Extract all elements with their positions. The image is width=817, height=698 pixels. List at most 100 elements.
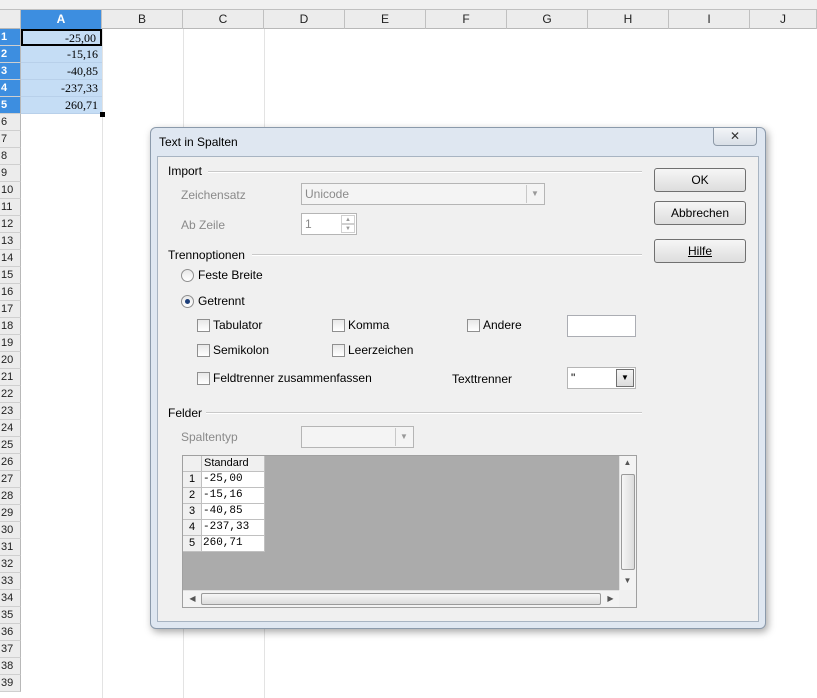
row-header[interactable]: 19 — [0, 335, 21, 352]
column-header-h[interactable]: H — [588, 10, 669, 29]
row-header[interactable]: 23 — [0, 403, 21, 420]
separator-options-divider — [252, 254, 642, 256]
row-header[interactable]: 39 — [0, 675, 21, 692]
row-header[interactable]: 29 — [0, 505, 21, 522]
from-row-spinner[interactable]: 1 ▲ ▼ — [301, 213, 357, 235]
column-header-a[interactable]: A — [21, 10, 102, 29]
separated-label[interactable]: Getrennt — [198, 294, 245, 308]
row-header[interactable]: 18 — [0, 318, 21, 335]
row-header[interactable]: 5 — [0, 97, 21, 114]
help-label: Hilfe — [687, 244, 712, 258]
row-header[interactable]: 31 — [0, 539, 21, 556]
row-header[interactable]: 32 — [0, 556, 21, 573]
row-header[interactable]: 36 — [0, 624, 21, 641]
row-header[interactable]: 10 — [0, 182, 21, 199]
row-header[interactable]: 2 — [0, 46, 21, 63]
row-header[interactable]: 4 — [0, 80, 21, 97]
fixed-width-radio[interactable] — [181, 269, 194, 282]
row-header[interactable]: 35 — [0, 607, 21, 624]
column-header-i[interactable]: I — [669, 10, 750, 29]
scroll-down-icon[interactable]: ▼ — [620, 576, 635, 585]
cell-a3[interactable]: -40,85 — [21, 63, 102, 80]
space-checkbox[interactable] — [332, 344, 345, 357]
other-separator-input[interactable] — [567, 315, 636, 337]
other-label[interactable]: Andere — [483, 318, 522, 332]
formula-bar — [0, 0, 817, 10]
horizontal-scroll-thumb[interactable] — [201, 593, 601, 605]
cell-a5[interactable]: 260,71 — [21, 97, 102, 114]
column-header-bar: A B C D E F G H I J — [0, 10, 817, 29]
row-header[interactable]: 9 — [0, 165, 21, 182]
charset-select[interactable]: Unicode ▼ — [301, 183, 545, 205]
preview-area[interactable]: Standard 1 -25,00 2 -15,16 3 -40,85 4 -2… — [183, 456, 619, 590]
text-delimiter-select[interactable]: " ▼ — [567, 367, 636, 389]
comma-checkbox[interactable] — [332, 319, 345, 332]
row-header[interactable]: 13 — [0, 233, 21, 250]
tab-checkbox[interactable] — [197, 319, 210, 332]
row-header[interactable]: 26 — [0, 454, 21, 471]
fill-handle[interactable] — [100, 112, 105, 117]
row-header[interactable]: 12 — [0, 216, 21, 233]
spin-down-icon[interactable]: ▼ — [341, 224, 355, 233]
spin-up-icon[interactable]: ▲ — [341, 215, 355, 224]
tab-label[interactable]: Tabulator — [213, 318, 262, 332]
horizontal-scrollbar[interactable]: ◀ ▶ — [183, 590, 619, 607]
cell-a1[interactable]: -25,00 — [21, 29, 102, 46]
import-divider — [208, 171, 642, 173]
vertical-scrollbar[interactable]: ▲ ▼ — [619, 456, 636, 590]
row-header[interactable]: 27 — [0, 471, 21, 488]
close-button[interactable]: ✕ — [713, 128, 757, 146]
row-header[interactable]: 34 — [0, 590, 21, 607]
column-header-f[interactable]: F — [426, 10, 507, 29]
column-header-d[interactable]: D — [264, 10, 345, 29]
row-header[interactable]: 8 — [0, 148, 21, 165]
row-header[interactable]: 30 — [0, 522, 21, 539]
help-button[interactable]: Hilfe — [654, 239, 746, 263]
cell-a4[interactable]: -237,33 — [21, 80, 102, 97]
row-header[interactable]: 14 — [0, 250, 21, 267]
preview-cell: -15,16 — [202, 488, 265, 504]
row-header[interactable]: 6 — [0, 114, 21, 131]
row-header[interactable]: 16 — [0, 284, 21, 301]
semicolon-checkbox[interactable] — [197, 344, 210, 357]
fixed-width-label[interactable]: Feste Breite — [198, 268, 263, 282]
row-header[interactable]: 3 — [0, 63, 21, 80]
row-header[interactable]: 22 — [0, 386, 21, 403]
row-header[interactable]: 37 — [0, 641, 21, 658]
vertical-scroll-thumb[interactable] — [621, 474, 635, 570]
semicolon-label[interactable]: Semikolon — [213, 343, 269, 357]
row-header[interactable]: 21 — [0, 369, 21, 386]
merge-delimiters-label[interactable]: Feldtrenner zusammenfassen — [213, 371, 372, 385]
row-header[interactable]: 25 — [0, 437, 21, 454]
row-header[interactable]: 15 — [0, 267, 21, 284]
scroll-right-icon[interactable]: ▶ — [603, 594, 618, 603]
row-header[interactable]: 20 — [0, 352, 21, 369]
column-type-select[interactable]: ▼ — [301, 426, 414, 448]
ok-button[interactable]: OK — [654, 168, 746, 192]
space-label[interactable]: Leerzeichen — [348, 343, 413, 357]
scroll-up-icon[interactable]: ▲ — [620, 458, 635, 467]
row-header[interactable]: 38 — [0, 658, 21, 675]
separated-radio[interactable] — [181, 295, 194, 308]
cell-a2[interactable]: -15,16 — [21, 46, 102, 63]
cancel-button[interactable]: Abbrechen — [654, 201, 746, 225]
comma-label[interactable]: Komma — [348, 318, 389, 332]
merge-delimiters-checkbox[interactable] — [197, 372, 210, 385]
row-header[interactable]: 11 — [0, 199, 21, 216]
column-header-g[interactable]: G — [507, 10, 588, 29]
row-header[interactable]: 33 — [0, 573, 21, 590]
column-header-c[interactable]: C — [183, 10, 264, 29]
select-all-corner[interactable] — [0, 10, 21, 29]
other-checkbox[interactable] — [467, 319, 480, 332]
column-header-e[interactable]: E — [345, 10, 426, 29]
row-header[interactable]: 1 — [0, 29, 21, 46]
column-type-label: Spaltentyp — [181, 430, 238, 444]
row-header[interactable]: 17 — [0, 301, 21, 318]
row-header[interactable]: 28 — [0, 488, 21, 505]
scroll-left-icon[interactable]: ◀ — [185, 594, 200, 603]
preview-column-header[interactable]: Standard — [202, 456, 265, 472]
row-header[interactable]: 7 — [0, 131, 21, 148]
row-header[interactable]: 24 — [0, 420, 21, 437]
column-header-j[interactable]: J — [750, 10, 817, 29]
column-header-b[interactable]: B — [102, 10, 183, 29]
